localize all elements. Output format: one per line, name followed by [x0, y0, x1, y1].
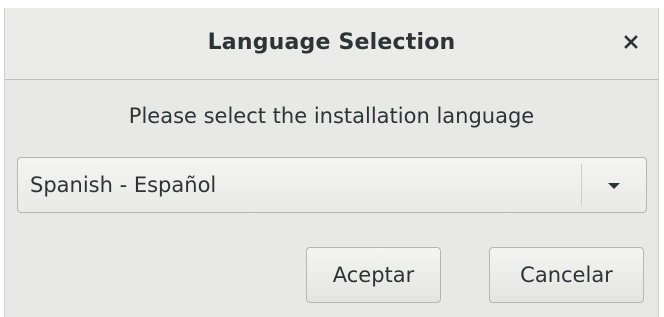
- chevron-down-icon: [606, 176, 622, 195]
- close-button[interactable]: [614, 26, 648, 60]
- close-icon: [624, 34, 638, 53]
- selected-language: Spanish - Español: [30, 173, 217, 197]
- language-prompt: Please select the installation language: [128, 104, 535, 128]
- dialog-title: Language Selection: [207, 30, 456, 55]
- cancel-button[interactable]: Cancelar: [489, 247, 644, 303]
- combobox-dropdown-button[interactable]: [582, 158, 646, 212]
- dialog-titlebar: Language Selection: [5, 8, 658, 80]
- accept-button[interactable]: Aceptar: [306, 247, 441, 303]
- language-combobox[interactable]: Spanish - Español: [17, 157, 647, 213]
- language-selection-dialog: Language Selection Please select the ins…: [4, 8, 659, 317]
- dialog-content: Please select the installation language …: [5, 80, 658, 317]
